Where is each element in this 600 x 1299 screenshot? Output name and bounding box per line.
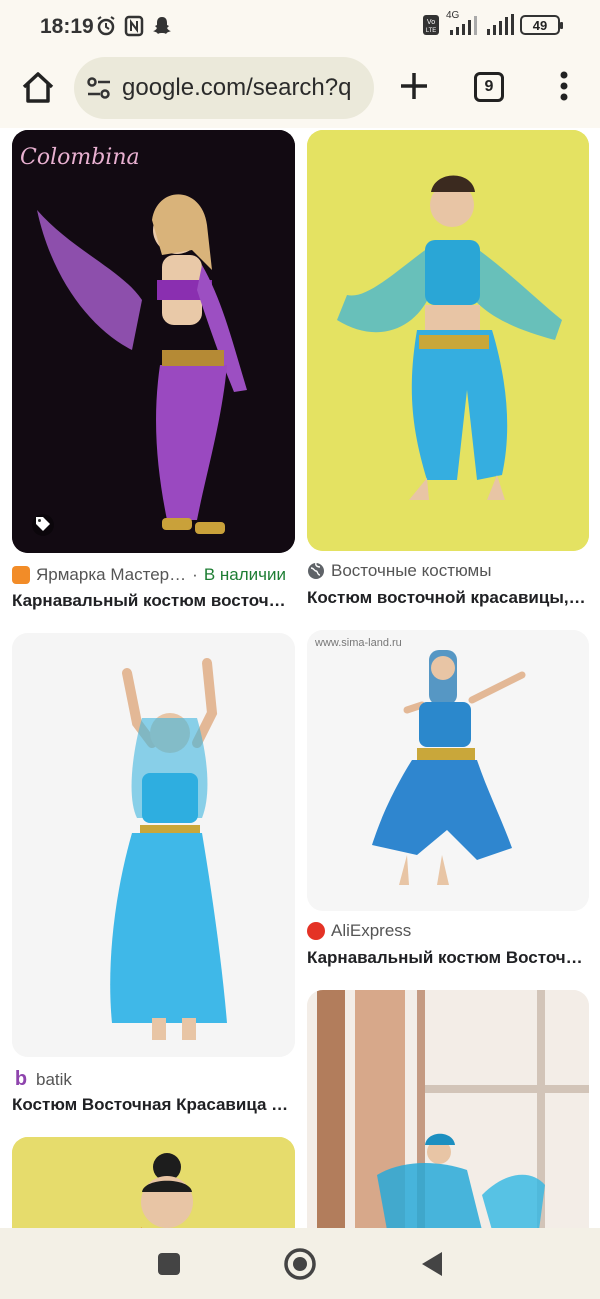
result-source[interactable]: b batik	[12, 1068, 72, 1091]
recents-icon[interactable]	[156, 1251, 182, 1277]
globe-icon	[308, 562, 324, 579]
result-image[interactable]: Colombina	[12, 130, 295, 553]
svg-text:Vo: Vo	[427, 19, 435, 26]
price-tag-icon	[36, 517, 50, 531]
tab-count: 9	[484, 78, 494, 95]
source-name: AliExpress	[331, 921, 412, 940]
availability-separator: ·	[192, 565, 198, 584]
url-text: google.com/search?q	[122, 74, 352, 101]
aliexpress-icon	[307, 922, 325, 940]
site-settings-icon[interactable]	[86, 75, 112, 101]
result-source[interactable]: AliExpress	[307, 921, 411, 941]
nfc-icon	[124, 15, 144, 37]
signal-4g-icon: 4G	[446, 10, 480, 36]
svg-text:LTE: LTE	[426, 28, 437, 34]
result-image[interactable]	[12, 633, 295, 1057]
signal-icon	[487, 14, 514, 35]
result-watermark: Colombina	[20, 145, 140, 170]
availability-badge: В наличии	[203, 565, 286, 584]
volte-icon: Vo LTE	[423, 15, 439, 35]
result-source[interactable]: Ярмарка Мастер… · В наличии	[12, 565, 286, 585]
result-title[interactable]: Костюм восточной красавицы,…	[307, 588, 589, 608]
back-icon[interactable]	[418, 1250, 444, 1278]
new-tab-icon[interactable]	[396, 68, 432, 104]
status-bar: 18:19 Vo LTE 4G 49	[0, 0, 600, 52]
home-nav-icon[interactable]	[283, 1247, 317, 1281]
result-image[interactable]	[307, 990, 589, 1228]
status-time: 18:19	[40, 15, 94, 38]
source-name: Восточные костюмы	[331, 561, 492, 580]
result-watermark: www.sima-land.ru	[314, 637, 402, 649]
system-navigation-bar	[0, 1228, 600, 1299]
url-bar[interactable]: google.com/search?q	[74, 57, 374, 119]
more-menu-icon[interactable]	[552, 68, 576, 104]
batik-icon: b	[14, 1068, 28, 1090]
alarm-icon	[97, 16, 115, 36]
result-source[interactable]: Восточные костюмы	[307, 561, 491, 581]
result-image[interactable]	[307, 130, 589, 551]
browser-toolbar: google.com/search?q 9	[0, 52, 600, 128]
image-results-grid: Colombina Ярмарка Мастер… · В наличии Ка…	[0, 128, 600, 1228]
livemaster-icon	[12, 566, 30, 584]
battery-icon: 49	[520, 15, 563, 35]
result-image[interactable]	[12, 1137, 295, 1228]
source-name: batik	[36, 1069, 72, 1089]
result-title[interactable]: Карнавальный костюм восточ…	[12, 591, 295, 611]
result-title[interactable]: Костюм Восточная Красавица …	[12, 1095, 295, 1115]
snapchat-icon	[153, 17, 171, 34]
home-icon[interactable]	[18, 68, 58, 108]
result-image[interactable]: www.sima-land.ru	[307, 630, 589, 911]
status-notification-icons	[96, 15, 172, 37]
source-name: Ярмарка Мастер…	[36, 565, 187, 584]
battery-level: 49	[532, 17, 548, 33]
tab-switcher-button[interactable]: 9	[474, 72, 504, 102]
result-title[interactable]: Карнавальный костюм Восточ…	[307, 948, 589, 968]
status-system-icons: Vo LTE 4G 49	[422, 10, 563, 36]
